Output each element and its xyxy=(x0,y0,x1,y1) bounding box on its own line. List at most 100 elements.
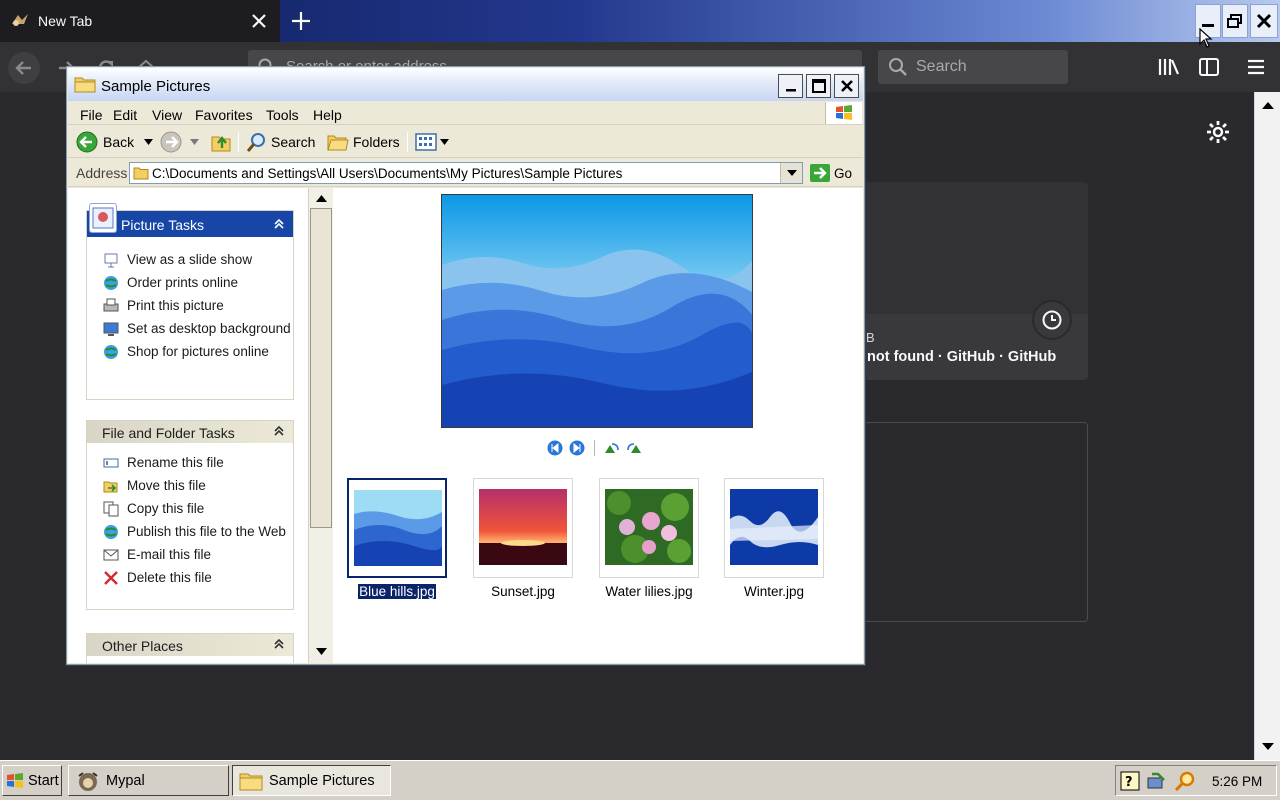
divider xyxy=(594,440,595,456)
folder-icon xyxy=(133,166,149,180)
sidebar-icon[interactable] xyxy=(1198,57,1220,77)
gear-icon[interactable] xyxy=(1206,120,1230,144)
menu-favorites[interactable]: Favorites xyxy=(195,107,253,123)
tile-title: not found · GitHub · GitHub xyxy=(867,349,1057,365)
minimize-button[interactable] xyxy=(778,74,803,98)
views-dropdown-icon xyxy=(440,139,449,145)
file-folder-tasks-header[interactable]: File and Folder Tasks xyxy=(87,421,293,443)
move-icon xyxy=(103,481,118,493)
go-button[interactable]: Go xyxy=(810,163,852,183)
file-thumbnail[interactable]: Sunset.jpg xyxy=(473,478,573,599)
file-folder-tasks-title: File and Folder Tasks xyxy=(102,425,235,441)
help-icon[interactable]: ? xyxy=(1120,771,1140,791)
browser-tab[interactable]: New Tab xyxy=(0,0,280,42)
address-dropdown-button[interactable] xyxy=(780,163,802,183)
network-icon[interactable] xyxy=(1146,770,1168,792)
file-thumbnail[interactable]: Winter.jpg xyxy=(724,478,824,599)
explorer-title-bar[interactable]: Sample Pictures xyxy=(68,68,863,101)
task-print-picture[interactable]: Print this picture xyxy=(87,297,293,314)
task-move-file[interactable]: Move this file xyxy=(87,477,293,494)
search-icon xyxy=(246,133,265,152)
task-copy-file[interactable]: Copy this file xyxy=(87,500,293,517)
task-label: E-mail this file xyxy=(127,547,212,562)
forward-icon xyxy=(160,131,182,153)
svg-text:?: ? xyxy=(1125,775,1133,790)
up-folder-button[interactable] xyxy=(210,130,232,154)
browser-tab-bar: New Tab xyxy=(0,0,1280,42)
start-button[interactable]: Start xyxy=(2,765,62,796)
task-pane: Picture Tasks View as a slide show Order… xyxy=(68,188,308,663)
picture-tasks-header[interactable]: Picture Tasks xyxy=(87,203,293,237)
folder-icon xyxy=(239,773,263,790)
close-button[interactable] xyxy=(834,74,859,98)
other-places-header[interactable]: Other Places xyxy=(87,634,293,656)
scroll-thumb[interactable] xyxy=(310,208,332,528)
task-pane-scrollbar[interactable] xyxy=(308,188,333,663)
library-icon[interactable] xyxy=(1158,57,1180,77)
system-tray: ? 5:26 PM xyxy=(1115,765,1277,796)
scroll-up-arrow-icon[interactable] xyxy=(310,189,332,208)
preview-image[interactable] xyxy=(441,194,753,428)
other-places-title: Other Places xyxy=(102,638,183,654)
collapse-chevron-icon xyxy=(274,425,284,436)
taskbar-button-mypal[interactable]: Mypal xyxy=(68,765,229,796)
task-order-prints[interactable]: Order prints online xyxy=(87,274,293,291)
back-button[interactable]: Back xyxy=(76,130,154,154)
menu-view[interactable]: View xyxy=(152,107,182,123)
page-scrollbar[interactable] xyxy=(1254,92,1280,760)
file-folder-tasks-panel: File and Folder Tasks Rename this file M… xyxy=(86,420,294,610)
task-rename-file[interactable]: Rename this file xyxy=(87,454,293,471)
task-set-desktop-background[interactable]: Set as desktop background xyxy=(87,320,293,337)
back-arrow-icon[interactable] xyxy=(8,52,40,84)
file-thumbnail[interactable]: Blue hills.jpg xyxy=(347,478,447,600)
task-view-slideshow[interactable]: View as a slide show xyxy=(87,251,293,268)
task-label: Copy this file xyxy=(127,501,205,516)
task-publish-web[interactable]: Publish this file to the Web xyxy=(87,523,293,540)
forward-button[interactable] xyxy=(160,130,199,154)
menu-icon[interactable] xyxy=(1246,57,1266,77)
mypal-icon xyxy=(78,771,98,791)
collapse-chevron-icon xyxy=(274,218,284,229)
top-site-tile[interactable]: B not found · GitHub · GitHub xyxy=(864,182,1088,380)
winter-thumbnail xyxy=(730,489,818,565)
folders-button[interactable]: Folders xyxy=(327,130,400,154)
task-label: Rename this file xyxy=(127,455,224,470)
search-button[interactable]: Search xyxy=(246,130,315,154)
maximize-button[interactable] xyxy=(806,74,831,98)
next-image-icon[interactable] xyxy=(569,440,585,456)
scroll-down-arrow-icon[interactable] xyxy=(1257,736,1279,758)
menu-help[interactable]: Help xyxy=(313,107,342,123)
explorer-title: Sample Pictures xyxy=(101,78,211,95)
menu-tools[interactable]: Tools xyxy=(266,107,299,123)
rotate-counterclockwise-icon[interactable] xyxy=(626,442,642,454)
forward-dropdown-icon xyxy=(190,139,199,145)
picture-tasks-icon xyxy=(89,203,117,233)
menu-file[interactable]: File xyxy=(80,107,103,123)
address-field[interactable]: C:\Documents and Settings\All Users\Docu… xyxy=(129,162,803,184)
blue-hills-thumbnail xyxy=(354,490,442,566)
search-icon[interactable] xyxy=(1174,770,1196,792)
close-tab-icon[interactable] xyxy=(250,12,268,30)
clock: 5:26 PM xyxy=(1212,774,1263,789)
mypal-icon xyxy=(10,12,30,28)
browser-close-button[interactable] xyxy=(1250,4,1278,38)
clock-icon xyxy=(1032,300,1072,340)
browser-restore-button[interactable] xyxy=(1222,4,1248,38)
filmstrip-view: Blue hills.jpg Sunset.jpg Water lilies.j… xyxy=(333,188,863,663)
menu-edit[interactable]: Edit xyxy=(113,107,137,123)
back-label: Back xyxy=(103,134,135,150)
browser-search-field[interactable]: Search xyxy=(878,50,1068,84)
taskbar-button-sample-pictures[interactable]: Sample Pictures xyxy=(232,765,391,796)
task-delete-file[interactable]: Delete this file xyxy=(87,569,293,586)
task-email-file[interactable]: E-mail this file xyxy=(87,546,293,563)
scroll-down-arrow-icon[interactable] xyxy=(310,641,332,661)
views-button[interactable] xyxy=(415,130,449,154)
printer-icon xyxy=(103,298,119,312)
scroll-up-arrow-icon[interactable] xyxy=(1257,94,1279,116)
rotate-clockwise-icon[interactable] xyxy=(604,442,620,454)
previous-image-icon[interactable] xyxy=(547,440,563,456)
folders-label: Folders xyxy=(353,134,400,150)
new-tab-icon[interactable] xyxy=(290,10,312,32)
task-shop-pictures[interactable]: Shop for pictures online xyxy=(87,343,293,360)
file-thumbnail[interactable]: Water lilies.jpg xyxy=(599,478,699,599)
